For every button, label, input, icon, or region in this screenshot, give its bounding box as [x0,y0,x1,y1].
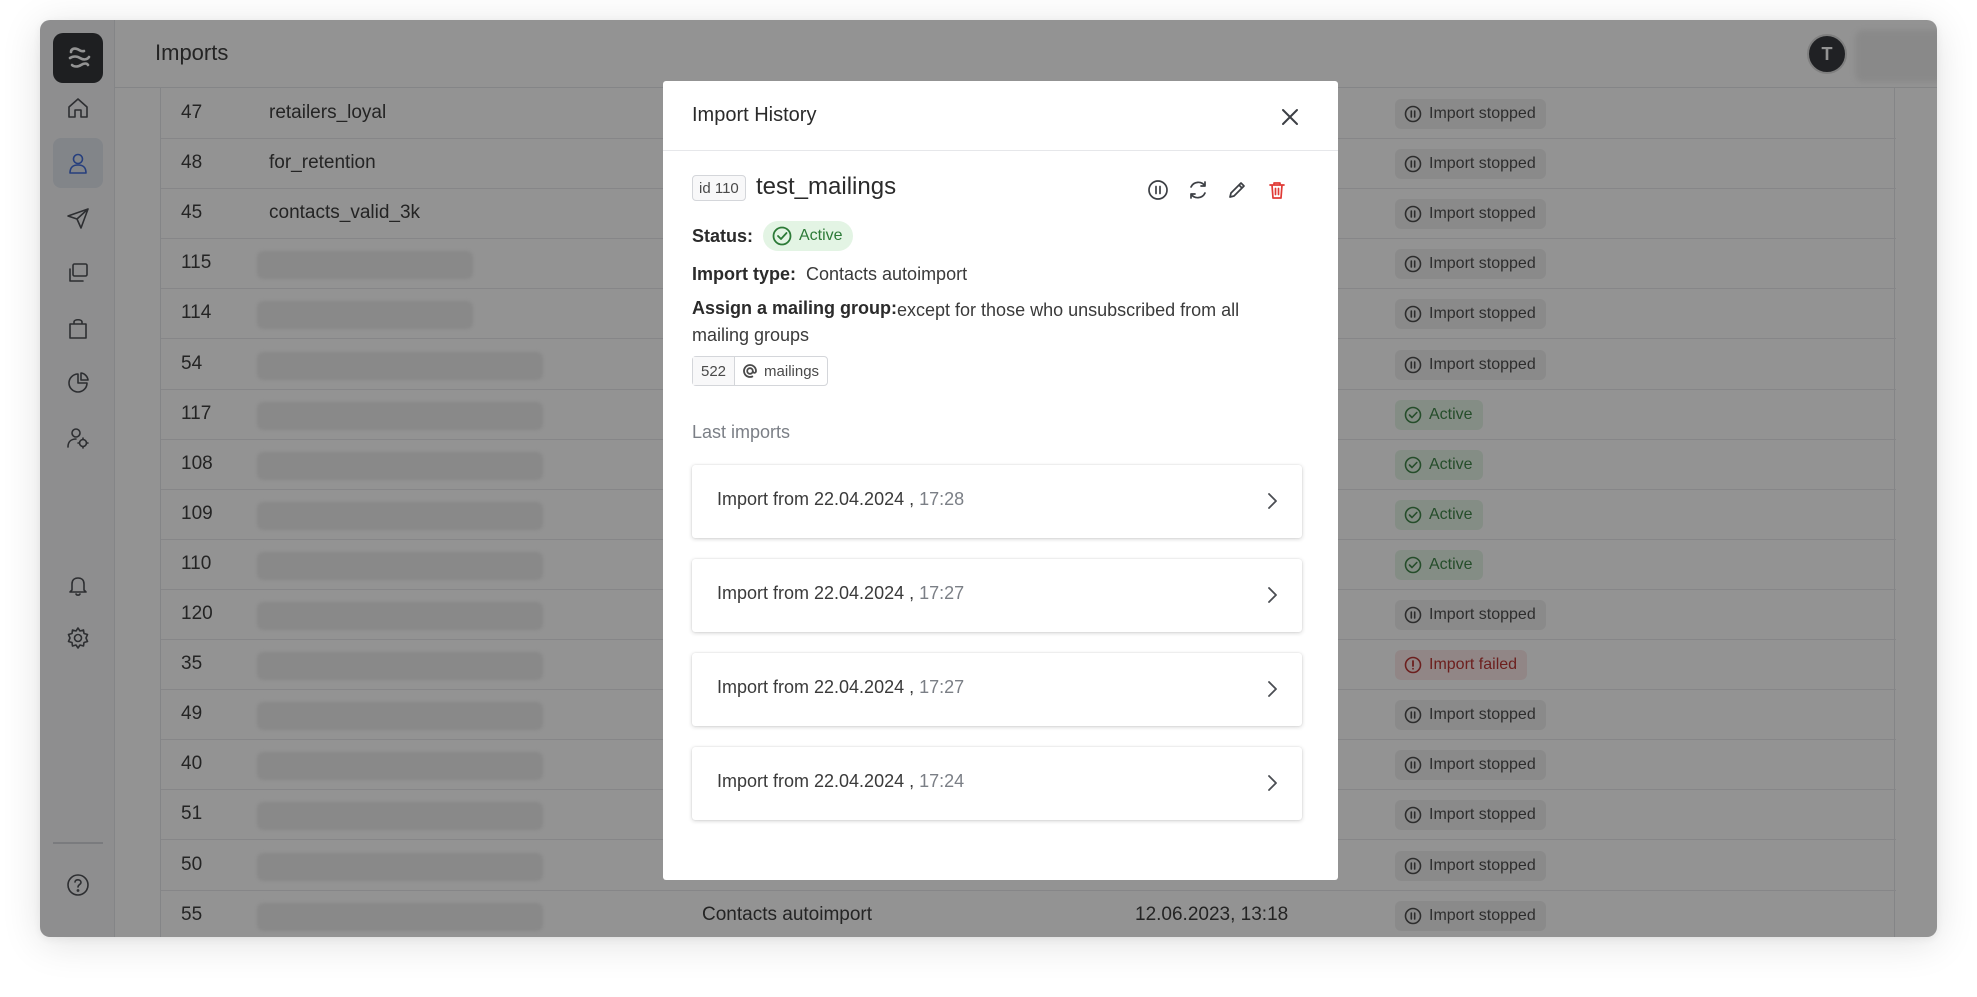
import-item-text: Import from 22.04.2024 , 17:24 [717,771,964,792]
pause-button[interactable] [1143,175,1173,205]
mailing-group-chip[interactable]: 522 mailings [692,356,829,386]
at-sign-icon [743,364,757,378]
group-count: 522 [693,357,736,385]
import-name: test_mailings [756,173,897,200]
mailing-group-value-wrap: except for those who unsubscribed from a… [692,298,1292,348]
import-item-time: 17:28 [919,489,965,509]
modal-title: Import History [692,104,817,126]
refresh-icon [1190,181,1206,199]
chevron-right-icon [1260,771,1284,795]
group-name: mailings [764,362,820,380]
last-imports-title: Last imports [692,422,791,442]
import-history-item[interactable]: Import from 22.04.2024 , 17:28 [692,465,1302,538]
import-history-item[interactable]: Import from 22.04.2024 , 17:27 [692,559,1302,632]
status-label: Status: [692,226,754,246]
import-type-value: Contacts autoimport [806,264,968,284]
close-button[interactable] [1273,100,1307,134]
modal-header: Import History [663,81,1338,151]
chevron-right-icon [1260,489,1284,513]
mailing-group-value: except for those who unsubscribed from a… [692,300,1240,345]
import-item-label: Import from 22.04.2024 , [717,583,915,603]
import-item-time: 17:27 [919,677,965,697]
import-type-label: Import type: [692,264,797,284]
chevron-right-icon [1260,583,1284,607]
import-item-time: 17:24 [919,771,965,791]
import-history-modal: Import History id 110 test_mailings Stat… [663,81,1338,880]
pause-icon [1148,180,1168,200]
import-item-label: Import from 22.04.2024 , [717,677,915,697]
chevron-right-icon [1260,677,1284,701]
app-window: Imports T 47 retailers_loyal Import stoppe… [40,20,1937,937]
import-history-item[interactable]: Import from 22.04.2024 , 17:27 [692,653,1302,726]
import-item-text: Import from 22.04.2024 , 17:27 [717,583,964,604]
check-circle-icon [772,226,792,246]
import-id-badge: id 110 [692,175,746,201]
delete-button[interactable] [1262,175,1292,205]
refresh-button[interactable] [1183,175,1213,205]
edit-button[interactable] [1222,175,1252,205]
import-item-label: Import from 22.04.2024 , [717,771,915,791]
import-item-time: 17:27 [919,583,965,603]
import-item-text: Import from 22.04.2024 , 17:28 [717,489,964,510]
status-badge: Active [763,221,853,251]
trash-icon [1269,182,1285,199]
status-badge-label: Active [799,227,843,244]
import-item-label: Import from 22.04.2024 , [717,489,915,509]
pencil-icon [1229,182,1245,198]
import-item-text: Import from 22.04.2024 , 17:27 [717,677,964,698]
close-icon [1282,109,1298,125]
group-tag: mailings [735,357,827,385]
import-history-item[interactable]: Import from 22.04.2024 , 17:24 [692,747,1302,820]
